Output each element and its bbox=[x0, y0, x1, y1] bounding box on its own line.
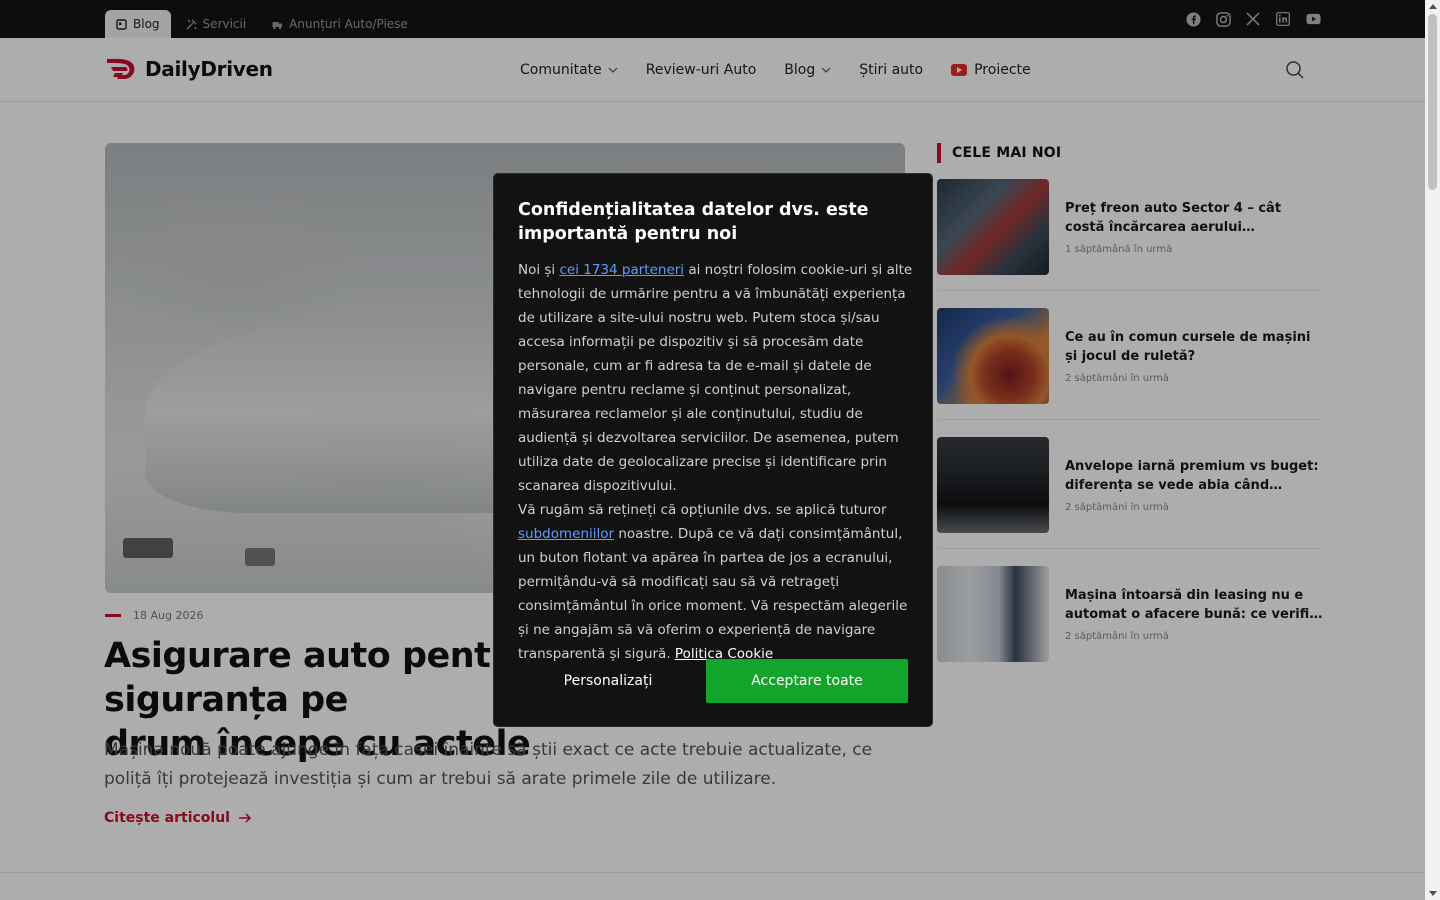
scroll-down-icon[interactable] bbox=[1429, 891, 1437, 896]
consent-text: ai noștri folosim cookie-uri și alte teh… bbox=[518, 262, 913, 494]
accept-all-button[interactable]: Acceptare toate bbox=[706, 659, 908, 703]
page-scrollbar[interactable] bbox=[1425, 0, 1440, 900]
consent-body: Noi și cei 1734 parteneri ai noștri folo… bbox=[518, 258, 914, 666]
scrollbar-thumb[interactable] bbox=[1428, 14, 1437, 190]
partners-link[interactable]: cei 1734 parteneri bbox=[559, 262, 684, 278]
consent-title: Confidențialitatea datelor dvs. este imp… bbox=[518, 200, 869, 244]
cookie-consent-dialog: Confidențialitatea datelor dvs. este imp… bbox=[493, 173, 933, 727]
consent-text: Vă rugăm să rețineți că opțiunile dvs. s… bbox=[518, 502, 887, 518]
consent-text: noastre. După ce vă dați consimțământul,… bbox=[518, 526, 908, 662]
subdomains-link[interactable]: subdomeniilor bbox=[518, 526, 614, 542]
consent-text: Noi și bbox=[518, 262, 560, 278]
customize-button[interactable]: Personalizați bbox=[518, 659, 698, 703]
scroll-up-icon[interactable] bbox=[1429, 4, 1437, 9]
